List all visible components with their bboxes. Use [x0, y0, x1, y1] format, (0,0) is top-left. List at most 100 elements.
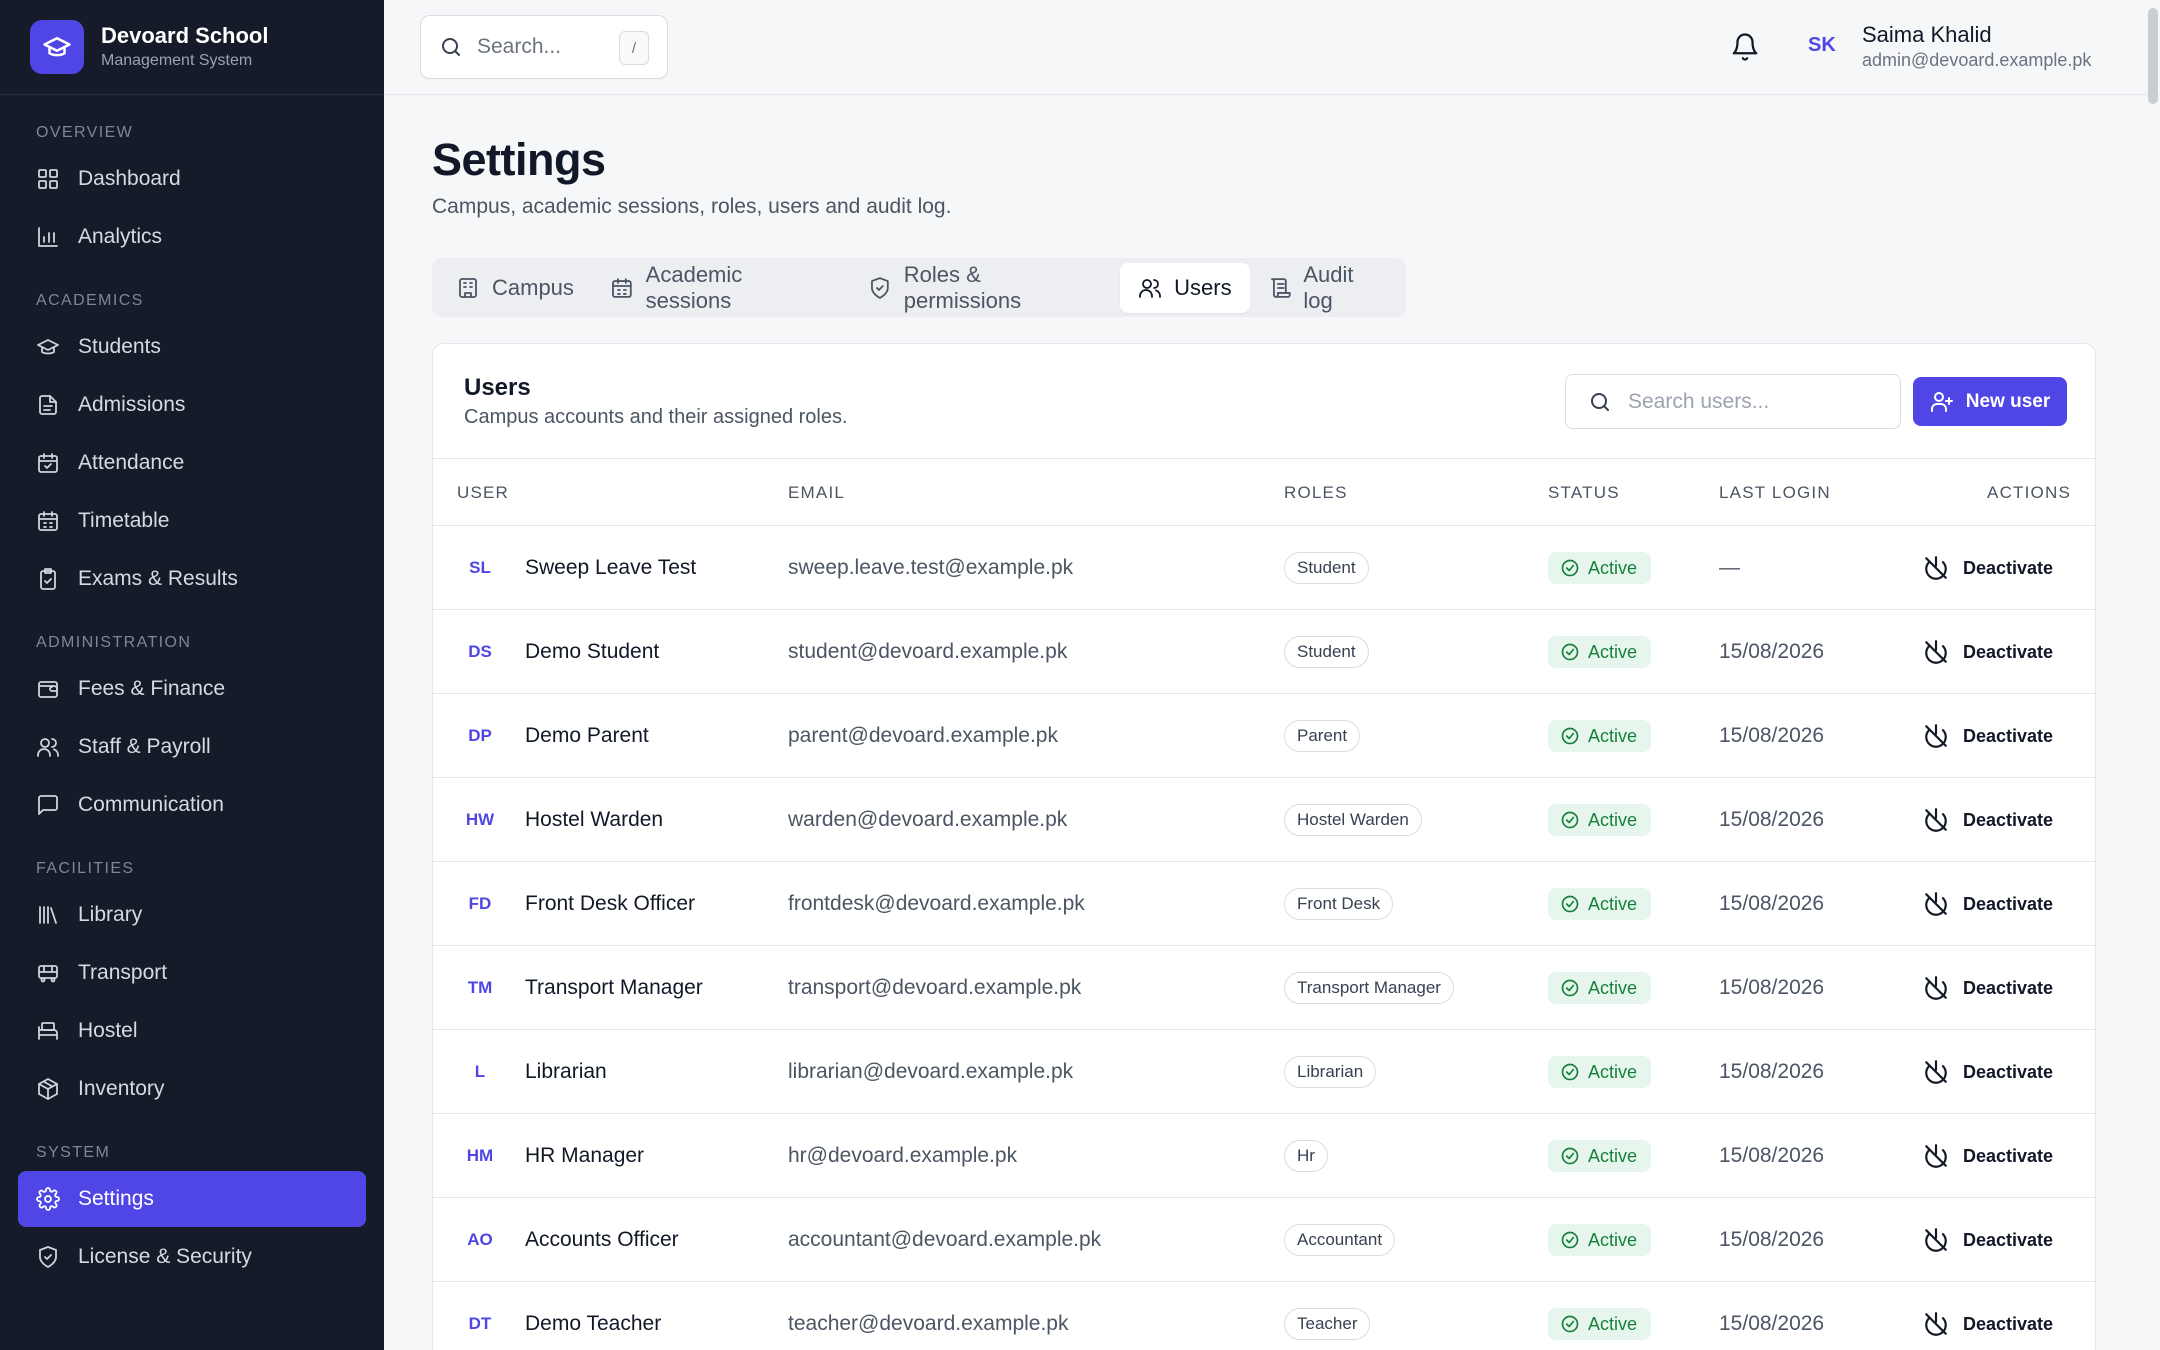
user-initials: L	[474, 1062, 486, 1081]
sidebar-item-exams-and-results[interactable]: Exams & Results	[18, 551, 366, 607]
new-user-button[interactable]: New user	[1913, 377, 2067, 426]
global-search-input[interactable]: Search... /	[420, 15, 668, 79]
brand[interactable]: Devoard School Management System	[0, 0, 384, 95]
sidebar-item-communication[interactable]: Communication	[18, 777, 366, 833]
table-row[interactable]: HM HR Manager hr@devoard.example.pk Hr Activ…	[433, 1114, 2095, 1198]
deactivate-button[interactable]: Deactivate	[1923, 946, 2053, 1030]
user-name-cell: Librarian	[525, 1060, 607, 1083]
sidebar-item-hostel[interactable]: Hostel	[18, 1003, 366, 1059]
email-cell: transport@devoard.example.pk	[788, 976, 1082, 999]
deactivate-button[interactable]: Deactivate	[1923, 1198, 2053, 1282]
role-badge: Teacher	[1284, 1308, 1371, 1340]
deactivate-button[interactable]: Deactivate	[1923, 610, 2053, 694]
sidebar-item-staff-and-payroll[interactable]: Staff & Payroll	[18, 719, 366, 775]
sidebar-item-license-and-security[interactable]: License & Security	[18, 1229, 366, 1285]
sidebar-item-settings[interactable]: Settings	[18, 1171, 366, 1227]
brand-subtitle: Management System	[101, 52, 253, 69]
table-row[interactable]: L Librarian librarian@devoard.example.pk Li…	[433, 1030, 2095, 1114]
role-cell: Hostel Warden	[1284, 778, 1422, 862]
deactivate-button[interactable]: Deactivate	[1923, 862, 2053, 946]
sidebar-item-admissions[interactable]: Admissions	[18, 377, 366, 433]
sidebar-item-fees-and-finance[interactable]: Fees & Finance	[18, 661, 366, 717]
tab-academic-sessions[interactable]: Academic sessions	[592, 262, 850, 313]
sidebar-item-inventory[interactable]: Inventory	[18, 1061, 366, 1117]
role-cell: Student	[1284, 526, 1369, 610]
column-header-email: EMAIL	[788, 483, 846, 502]
table-row[interactable]: FD Front Desk Officer frontdesk@devoard.ex…	[433, 862, 2095, 946]
sidebar-item-label: Students	[78, 335, 161, 358]
power-off-icon	[1925, 808, 1947, 832]
card-subtitle: Campus accounts and their assigned roles…	[464, 406, 848, 428]
tab-users[interactable]: Users	[1120, 262, 1250, 313]
section-label: FACILITIES	[36, 860, 135, 877]
users-icon	[1139, 278, 1162, 298]
email-cell: frontdesk@devoard.example.pk	[788, 892, 1085, 915]
check-circle-icon	[1561, 811, 1579, 829]
user-search-input[interactable]: Search users...	[1565, 374, 1901, 429]
tab-campus[interactable]: Campus	[438, 263, 592, 313]
sidebar-item-label: Hostel	[78, 1019, 138, 1042]
status-cell: Active	[1548, 862, 1652, 946]
scrollbar[interactable]	[2144, 0, 2160, 1350]
page-title: Settings	[432, 134, 606, 185]
tab-audit-log[interactable]: Audit log	[1250, 262, 1406, 313]
status-cell: Active	[1548, 1198, 1652, 1282]
deactivate-button[interactable]: Deactivate	[1923, 1282, 2053, 1350]
table-row[interactable]: DT Demo Teacher teacher@devoard.example.pk…	[433, 1282, 2095, 1350]
tab-roles-and-permissions[interactable]: Roles & permissions	[850, 262, 1120, 313]
sidebar: Devoard School Management System OVERVIE…	[0, 0, 384, 1350]
sidebar-item-label: Staff & Payroll	[78, 735, 211, 758]
search-shortcut: /	[619, 31, 649, 65]
user-initials: DT	[468, 1314, 492, 1333]
check-circle-icon	[1561, 643, 1579, 661]
sidebar-item-timetable[interactable]: Timetable	[18, 493, 366, 549]
table-row[interactable]: SL Sweep Leave Test sweep.leave.test@examp…	[433, 526, 2095, 610]
clipboard-check-icon	[40, 568, 56, 590]
deactivate-button[interactable]: Deactivate	[1923, 694, 2053, 778]
sidebar-item-label: Library	[78, 903, 143, 926]
sidebar-item-analytics[interactable]: Analytics	[18, 209, 366, 265]
card-title: Users	[464, 374, 531, 401]
bed-icon	[38, 1022, 58, 1040]
table-row[interactable]: DS Demo Student student@devoard.example.pk…	[433, 610, 2095, 694]
sidebar-section: OVERVIEW Dashboard Analytics	[0, 95, 384, 265]
deactivate-button[interactable]: Deactivate	[1923, 1030, 2053, 1114]
table-row[interactable]: HW Hostel Warden warden@devoard.example.pk…	[433, 778, 2095, 862]
deactivate-button[interactable]: Deactivate	[1923, 778, 2053, 862]
user-initials: DS	[468, 642, 492, 661]
table-row[interactable]: TM Transport Manager transport@devoard.exa…	[433, 946, 2095, 1030]
deactivate-button[interactable]: Deactivate	[1923, 1114, 2053, 1198]
role-badge: Hostel Warden	[1284, 804, 1422, 836]
grid-icon	[38, 169, 58, 189]
user-name[interactable]: Saima Khalid	[1862, 22, 1992, 48]
sidebar-item-attendance[interactable]: Attendance	[18, 435, 366, 491]
sidebar-section: ACADEMICS Students Admissions Attendance Tim…	[0, 267, 384, 607]
sidebar-item-students[interactable]: Students	[18, 319, 366, 375]
deactivate-label: Deactivate	[1963, 725, 2054, 746]
bell-icon[interactable]	[1730, 32, 1760, 62]
power-off-icon	[1925, 556, 1947, 580]
sidebar-item-dashboard[interactable]: Dashboard	[18, 151, 366, 207]
column-header-status: STATUS	[1548, 483, 1620, 502]
role-cell: Student	[1284, 610, 1369, 694]
avatar[interactable]: SK	[1808, 34, 1836, 57]
power-off-icon	[1925, 1060, 1947, 1084]
role-badge: Parent	[1284, 720, 1361, 752]
email-cell: librarian@devoard.example.pk	[788, 1060, 1074, 1083]
status-label: Active	[1588, 641, 1638, 662]
role-cell: Front Desk	[1284, 862, 1394, 946]
status-label: Active	[1588, 893, 1638, 914]
status-badge: Active	[1548, 972, 1652, 1004]
deactivate-button[interactable]: Deactivate	[1923, 526, 2053, 610]
sidebar-item-library[interactable]: Library	[18, 887, 366, 943]
status-label: Active	[1588, 1229, 1638, 1250]
sidebar-item-transport[interactable]: Transport	[18, 945, 366, 1001]
check-circle-icon	[1561, 979, 1579, 997]
email-cell: hr@devoard.example.pk	[788, 1144, 1018, 1167]
user-initials: DP	[468, 726, 492, 745]
check-circle-icon	[1561, 559, 1579, 577]
table-row[interactable]: AO Accounts Officer accountant@devoard.exa…	[433, 1198, 2095, 1282]
table-row[interactable]: DP Demo Parent parent@devoard.example.pk Pa…	[433, 694, 2095, 778]
scrollbar-thumb[interactable]	[2148, 8, 2158, 104]
user-email: admin@devoard.example.pk	[1862, 50, 2092, 70]
